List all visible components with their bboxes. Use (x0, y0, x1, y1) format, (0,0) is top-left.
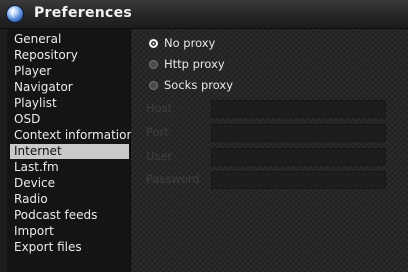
internet-settings-panel: No proxy Http proxy Socks proxy Host Por… (131, 29, 408, 272)
user-label: User (146, 149, 173, 163)
sidebar-item-device[interactable]: Device (10, 176, 129, 191)
user-field[interactable] (211, 148, 386, 166)
radio-label: No proxy (164, 36, 216, 50)
sidebar-item-repository[interactable]: Repository (10, 48, 129, 63)
sidebar-item-context-information[interactable]: Context information (10, 128, 134, 143)
radio-indicator (149, 60, 158, 69)
sidebar-item-export-files[interactable]: Export files (10, 240, 129, 255)
password-field[interactable] (211, 171, 386, 189)
host-field[interactable] (211, 100, 386, 118)
radio-label: Http proxy (164, 57, 225, 71)
sidebar-item-lastfm[interactable]: Last.fm (10, 160, 129, 175)
host-label: Host (146, 101, 173, 115)
preferences-sidebar: General Repository Player Navigator Play… (7, 29, 134, 272)
radio-label: Socks proxy (164, 78, 234, 92)
title-bar[interactable]: Preferences (0, 0, 408, 29)
sidebar-item-playlist[interactable]: Playlist (10, 96, 129, 111)
sidebar-item-internet[interactable]: Internet (10, 144, 129, 159)
sidebar-item-player[interactable]: Player (10, 64, 129, 79)
sidebar-item-podcast-feeds[interactable]: Podcast feeds (10, 208, 129, 223)
sidebar-item-osd[interactable]: OSD (10, 112, 129, 127)
radio-indicator (149, 39, 158, 48)
sidebar-item-import[interactable]: Import (10, 224, 129, 239)
port-label: Port (146, 125, 169, 139)
app-logo-icon (7, 6, 23, 22)
radio-indicator (149, 81, 158, 90)
port-field[interactable] (211, 124, 386, 142)
window-title: Preferences (34, 5, 133, 21)
sidebar-item-radio[interactable]: Radio (10, 192, 129, 207)
sidebar-item-navigator[interactable]: Navigator (10, 80, 129, 95)
preferences-window: Preferences General Repository Player Na… (0, 0, 408, 272)
sidebar-item-general[interactable]: General (10, 32, 129, 47)
password-label: Password (146, 172, 200, 186)
